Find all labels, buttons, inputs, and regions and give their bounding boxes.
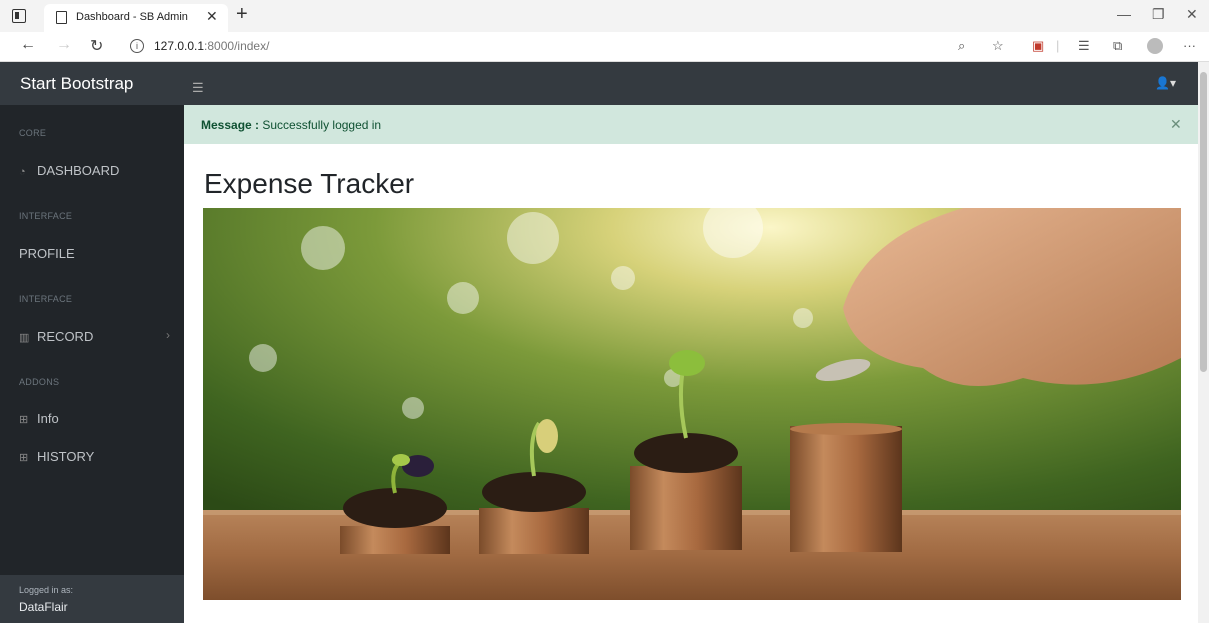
url-input[interactable]: i 127.0.0.1:8000/index/ [122,36,952,58]
scrollbar-thumb[interactable] [1200,72,1207,372]
address-bar: ← → ↻ i 127.0.0.1:8000/index/ ⌕ ☆ ▣ | ☰ … [0,32,1209,62]
refresh-icon[interactable]: ↻ [90,36,103,56]
sidebar-item-dashboard[interactable]: ◔ DASHBOARD [19,163,119,178]
sidebar-heading-addons: ADDONS [19,377,60,387]
sidebar-item-profile[interactable]: PROFILE [19,246,75,261]
url-host: 127.0.0.1 [154,39,205,53]
sidebar-item-label: PROFILE [19,246,75,261]
chevron-right-icon[interactable]: › [166,328,170,342]
sidebar-toggle-icon[interactable]: ☰ [192,80,204,96]
page-scrollbar[interactable] [1198,62,1209,623]
browser-tab[interactable]: Dashboard - SB Admin ✕ [44,4,228,32]
sidebar-item-label: HISTORY [37,449,95,464]
sidebar-item-label: Info [37,411,59,426]
sidebar-heading-interface: INTERFACE [19,211,73,221]
sidebar-item-history[interactable]: ⊞ HISTORY [19,449,94,464]
sidebar-item-record[interactable]: ▥ RECORD [19,329,93,344]
url-text: 127.0.0.1:8000/index/ [154,39,269,53]
logged-in-label: Logged in as: [19,585,74,595]
sidebar: CORE ◔ DASHBOARD INTERFACE PROFILE INTERF… [0,105,184,623]
sidebar-item-info[interactable]: ⊞ Info [19,411,59,426]
top-navbar: Start Bootstrap ☰ 👤▾ [0,62,1198,105]
favorites-list-icon[interactable]: ☰ [1078,38,1090,54]
url-path: :8000/index/ [204,39,270,53]
user-dropdown-icon[interactable]: 👤▾ [1155,76,1176,90]
alert-text: Successfully logged in [262,118,382,132]
page-icon [56,11,67,24]
favorite-icon[interactable]: ☆ [992,38,1004,54]
new-tab-icon[interactable]: + [236,3,248,26]
collections-icon[interactable]: ⧉ [1113,38,1122,54]
forward-icon[interactable]: → [56,36,72,54]
sidebar-heading-core: CORE [19,128,47,138]
tab-actions-icon[interactable] [12,9,26,23]
table-icon: ⊞ [19,414,29,426]
table-icon: ⊞ [19,452,29,464]
tab-title: Dashboard - SB Admin [76,11,188,23]
more-icon[interactable]: ··· [1183,38,1196,53]
hero-image [203,208,1181,600]
toolbar-divider: | [1056,38,1060,53]
tab-close-icon[interactable]: ✕ [206,8,218,25]
brand-link[interactable]: Start Bootstrap [20,74,133,94]
browser-tab-bar: Dashboard - SB Admin ✕ + — ❐ ✕ [0,0,1209,32]
logged-in-user: DataFlair [19,600,68,614]
columns-icon: ▥ [19,332,30,344]
sidebar-item-label: RECORD [37,329,94,344]
page-title: Expense Tracker [204,168,415,199]
restore-icon[interactable]: ❐ [1152,6,1165,23]
back-icon[interactable]: ← [20,36,36,54]
sidebar-item-label: DASHBOARD [37,163,120,178]
info-icon[interactable]: i [130,39,144,53]
alert-label: Message : [201,118,260,132]
sidebar-heading-interface-2: INTERFACE [19,294,73,304]
sidebar-footer: Logged in as: DataFlair [0,575,184,623]
alert-message: Message : Successfully logged in [201,118,381,132]
tachometer-icon: ◔ [19,166,26,178]
minimize-icon[interactable]: — [1117,6,1131,22]
close-window-icon[interactable]: ✕ [1186,6,1198,23]
success-alert: Message : Successfully logged in ✕ [184,105,1198,144]
extension-icon[interactable]: ▣ [1032,38,1044,54]
profile-avatar-icon[interactable] [1147,38,1163,54]
alert-close-icon[interactable]: ✕ [1170,116,1182,133]
read-aloud-icon[interactable]: ⌕ [958,38,965,54]
